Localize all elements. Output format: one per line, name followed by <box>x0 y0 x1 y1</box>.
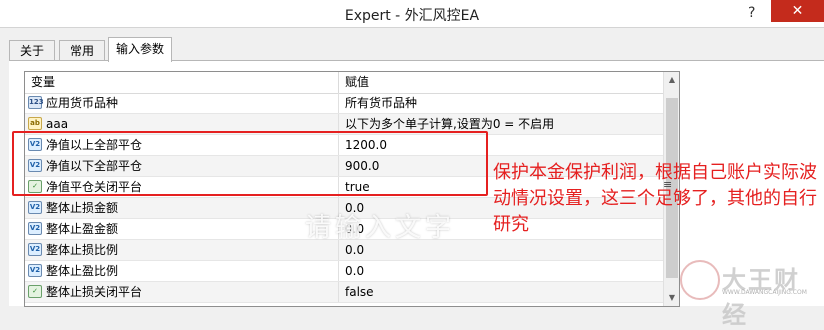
scroll-down-icon[interactable]: ▼ <box>664 290 679 306</box>
watermark-text: 请输入文字 <box>305 213 456 243</box>
cell-divider <box>338 282 339 302</box>
param-name: 整体止损金额 <box>46 201 119 215</box>
tab-about[interactable]: 关于 <box>9 40 55 61</box>
close-button[interactable]: ✕ <box>771 0 824 22</box>
double-type-icon: V2 <box>28 222 42 235</box>
watermark-logo: 大王财经 WWW.DAWANGCAIJING.COM <box>680 258 820 329</box>
column-header-value[interactable]: 赋值 <box>339 72 663 93</box>
logo-icon <box>680 260 720 300</box>
double-type-icon: V2 <box>28 264 42 277</box>
table-row[interactable]: 123 应用货币品种 所有货币品种 <box>25 93 663 114</box>
list-header: 变量 赋值 <box>25 72 663 94</box>
cell-divider <box>338 261 339 281</box>
param-name: 整体止盈金额 <box>46 222 119 236</box>
help-button[interactable]: ? <box>748 5 755 21</box>
table-row[interactable]: ✓ 整体止损关闭平台 false <box>25 282 663 303</box>
double-type-icon: V2 <box>28 243 42 256</box>
number-type-icon: 123 <box>28 96 44 109</box>
param-value[interactable]: 所有货币品种 <box>345 93 417 113</box>
column-header-variable[interactable]: 变量 <box>25 72 338 93</box>
bool-type-icon: ✓ <box>28 285 42 298</box>
window-title: Expert - 外汇风控EA <box>344 8 480 24</box>
param-name: 整体止损比例 <box>46 243 119 257</box>
annotation-text: 保护本金保护利润，根据自己账户实际波动情况设置，这三个足够了，其他的自行研究 <box>493 162 817 235</box>
cell-divider <box>338 93 339 113</box>
logo-url: WWW.DAWANGCAIJING.COM <box>722 289 807 296</box>
tab-input-params[interactable]: 输入参数 <box>108 37 172 62</box>
param-name: 应用货币品种 <box>46 96 119 110</box>
param-value[interactable]: 0.0 <box>345 261 364 281</box>
highlight-box <box>12 131 488 196</box>
title-bar: Expert - 外汇风控EA ? ✕ <box>0 0 824 28</box>
param-name: 整体止盈比例 <box>46 264 119 278</box>
string-type-icon: ab <box>28 117 42 130</box>
table-row[interactable]: V2 整体止盈比例 0.0 <box>25 261 663 282</box>
scroll-up-icon[interactable]: ▲ <box>664 72 679 88</box>
param-value[interactable]: false <box>345 282 374 302</box>
tab-common[interactable]: 常用 <box>59 40 105 61</box>
param-name: 整体止损关闭平台 <box>46 285 143 299</box>
double-type-icon: V2 <box>28 201 42 214</box>
